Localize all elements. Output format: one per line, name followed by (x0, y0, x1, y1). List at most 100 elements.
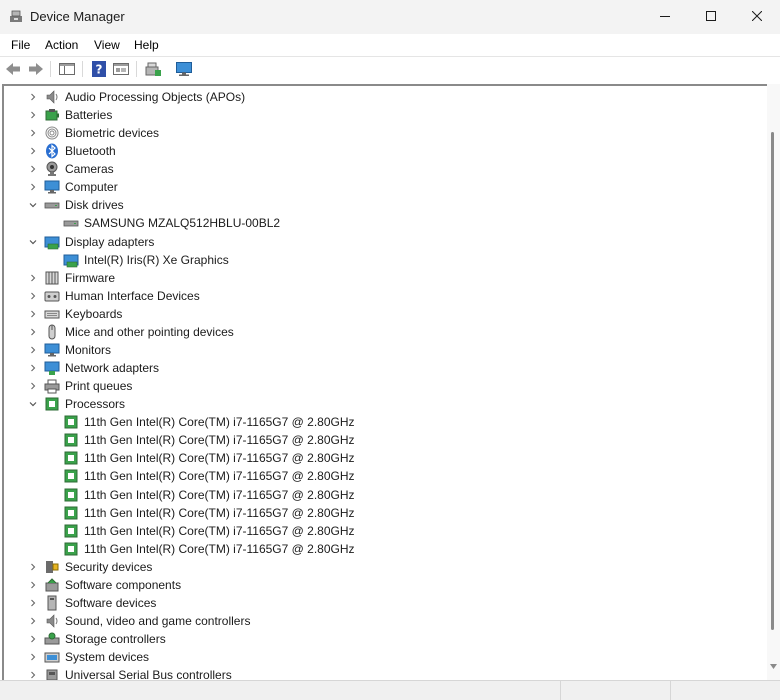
security-key-icon (46, 560, 59, 573)
tree-category-row[interactable]: Keyboards (4, 305, 704, 323)
tree-device-row[interactable]: 11th Gen Intel(R) Core(TM) i7-1165G7 @ 2… (4, 540, 704, 558)
chevron-right-icon[interactable] (28, 562, 38, 572)
tree-category-row[interactable]: Mice and other pointing devices (4, 323, 704, 341)
tree-category-row[interactable]: Software devices (4, 594, 704, 612)
firmware-icon (45, 271, 59, 285)
chevron-right-icon[interactable] (28, 670, 38, 680)
keyboard-icon (44, 310, 60, 319)
tree-device-row[interactable]: Intel(R) Iris(R) Xe Graphics (4, 251, 704, 269)
tree-category-row[interactable]: Software components (4, 576, 704, 594)
menu-file[interactable]: File (11, 38, 30, 52)
tree-item-label: 11th Gen Intel(R) Core(TM) i7-1165G7 @ 2… (84, 469, 355, 484)
scrollbar-thumb[interactable] (771, 132, 774, 630)
chevron-right-icon[interactable] (28, 363, 38, 373)
scroll-down-arrow-icon[interactable] (770, 664, 777, 670)
chevron-down-icon[interactable] (28, 237, 38, 247)
tree-item-label: Audio Processing Objects (APOs) (65, 90, 246, 104)
tree-device-row[interactable]: 11th Gen Intel(R) Core(TM) i7-1165G7 @ 2… (4, 413, 704, 431)
usb-icon (46, 669, 58, 680)
display-adapter-icon (63, 254, 79, 267)
chevron-right-icon[interactable] (28, 652, 38, 662)
tree-category-row[interactable]: Computer (4, 178, 704, 196)
chevron-right-icon[interactable] (28, 92, 38, 102)
tree-device-row[interactable]: 11th Gen Intel(R) Core(TM) i7-1165G7 @ 2… (4, 522, 704, 540)
menu-action[interactable]: Action (45, 38, 78, 52)
tree-category-row[interactable]: Bluetooth (4, 142, 704, 160)
tree-category-row[interactable]: Biometric devices (4, 124, 704, 142)
chevron-right-icon[interactable] (28, 634, 38, 644)
tree-item-label: Disk drives (65, 198, 124, 213)
chevron-right-icon[interactable] (28, 327, 38, 337)
tree-category-row[interactable]: Display adapters (4, 233, 704, 251)
minimize-icon (660, 16, 670, 17)
tree-category-row[interactable]: Sound, video and game controllers (4, 612, 704, 630)
tree-device-row[interactable]: 11th Gen Intel(R) Core(TM) i7-1165G7 @ 2… (4, 431, 704, 449)
scan-hardware-icon[interactable] (175, 60, 193, 78)
svg-text:?: ? (96, 63, 103, 77)
chevron-right-icon[interactable] (28, 598, 38, 608)
tree-item-label: Software devices (65, 595, 157, 610)
properties-icon[interactable] (112, 60, 130, 78)
chevron-right-icon[interactable] (28, 182, 38, 192)
tree-category-row[interactable]: Human Interface Devices (4, 287, 704, 305)
tree-category-row[interactable]: Audio Processing Objects (APOs) (4, 88, 704, 106)
tree-item-label: 11th Gen Intel(R) Core(TM) i7-1165G7 @ 2… (84, 505, 355, 520)
tree-item-label: Display adapters (65, 234, 155, 249)
chevron-right-icon[interactable] (28, 616, 38, 626)
chevron-right-icon[interactable] (28, 580, 38, 590)
menu-help[interactable]: Help (134, 38, 159, 52)
tree-device-row[interactable]: 11th Gen Intel(R) Core(TM) i7-1165G7 @ 2… (4, 486, 704, 504)
title-bar[interactable]: Device Manager (0, 0, 780, 34)
tree-category-row[interactable]: System devices (4, 648, 704, 666)
tree-category-row[interactable]: Firmware (4, 269, 704, 287)
tree-device-row[interactable]: 11th Gen Intel(R) Core(TM) i7-1165G7 @ 2… (4, 467, 704, 485)
tree-category-row[interactable]: Universal Serial Bus controllers (4, 666, 704, 680)
minimize-button[interactable] (642, 0, 688, 32)
close-button[interactable] (734, 0, 780, 32)
tree-category-row[interactable]: Network adapters (4, 359, 704, 377)
chevron-right-icon[interactable] (28, 381, 38, 391)
show-hide-console-tree-icon[interactable] (58, 60, 76, 78)
tree-category-row[interactable]: Batteries (4, 106, 704, 124)
update-driver-icon[interactable] (144, 60, 162, 78)
tree-item-label: Human Interface Devices (65, 288, 200, 303)
tree-category-row[interactable]: Processors (4, 395, 704, 413)
chevron-down-icon[interactable] (28, 399, 38, 409)
tree-category-row[interactable]: Print queues (4, 377, 704, 395)
tree-category-row[interactable]: Monitors (4, 341, 704, 359)
chevron-right-icon[interactable] (28, 345, 38, 355)
menu-view[interactable]: View (94, 38, 120, 52)
maximize-button[interactable] (688, 0, 734, 32)
status-bar (0, 680, 780, 700)
battery-icon (45, 109, 59, 121)
tree-category-row[interactable]: Cameras (4, 160, 704, 178)
chevron-right-icon[interactable] (28, 128, 38, 138)
device-tree[interactable]: Audio Processing Objects (APOs) Batteries… (2, 84, 767, 680)
tree-category-row[interactable]: Disk drives (4, 196, 704, 214)
tree-category-row[interactable]: Security devices (4, 558, 704, 576)
help-icon[interactable]: ? (90, 60, 108, 78)
mouse-icon (48, 324, 56, 340)
chevron-right-icon[interactable] (28, 164, 38, 174)
tree-item-label: 11th Gen Intel(R) Core(TM) i7-1165G7 @ 2… (84, 451, 355, 466)
tree-item-label: 11th Gen Intel(R) Core(TM) i7-1165G7 @ 2… (84, 541, 355, 556)
tree-category-row[interactable]: Storage controllers (4, 630, 704, 648)
chevron-right-icon[interactable] (28, 309, 38, 319)
vertical-scrollbar[interactable] (767, 84, 780, 680)
back-arrow-icon[interactable] (4, 60, 22, 78)
printer-icon (44, 379, 60, 394)
status-cell (560, 681, 670, 700)
chevron-right-icon[interactable] (28, 273, 38, 283)
forward-arrow-icon[interactable] (27, 60, 45, 78)
chevron-right-icon[interactable] (28, 146, 38, 156)
maximize-icon (706, 11, 716, 21)
tree-device-row[interactable]: SAMSUNG MZALQ512HBLU-00BL2 (4, 214, 704, 232)
tree-device-row[interactable]: 11th Gen Intel(R) Core(TM) i7-1165G7 @ 2… (4, 449, 704, 467)
tree-device-row[interactable]: 11th Gen Intel(R) Core(TM) i7-1165G7 @ 2… (4, 504, 704, 522)
chevron-right-icon[interactable] (28, 110, 38, 120)
tree-item-label: Mice and other pointing devices (65, 324, 234, 339)
hid-icon (44, 291, 60, 302)
close-icon (752, 11, 762, 21)
chevron-down-icon[interactable] (28, 200, 38, 210)
chevron-right-icon[interactable] (28, 291, 38, 301)
